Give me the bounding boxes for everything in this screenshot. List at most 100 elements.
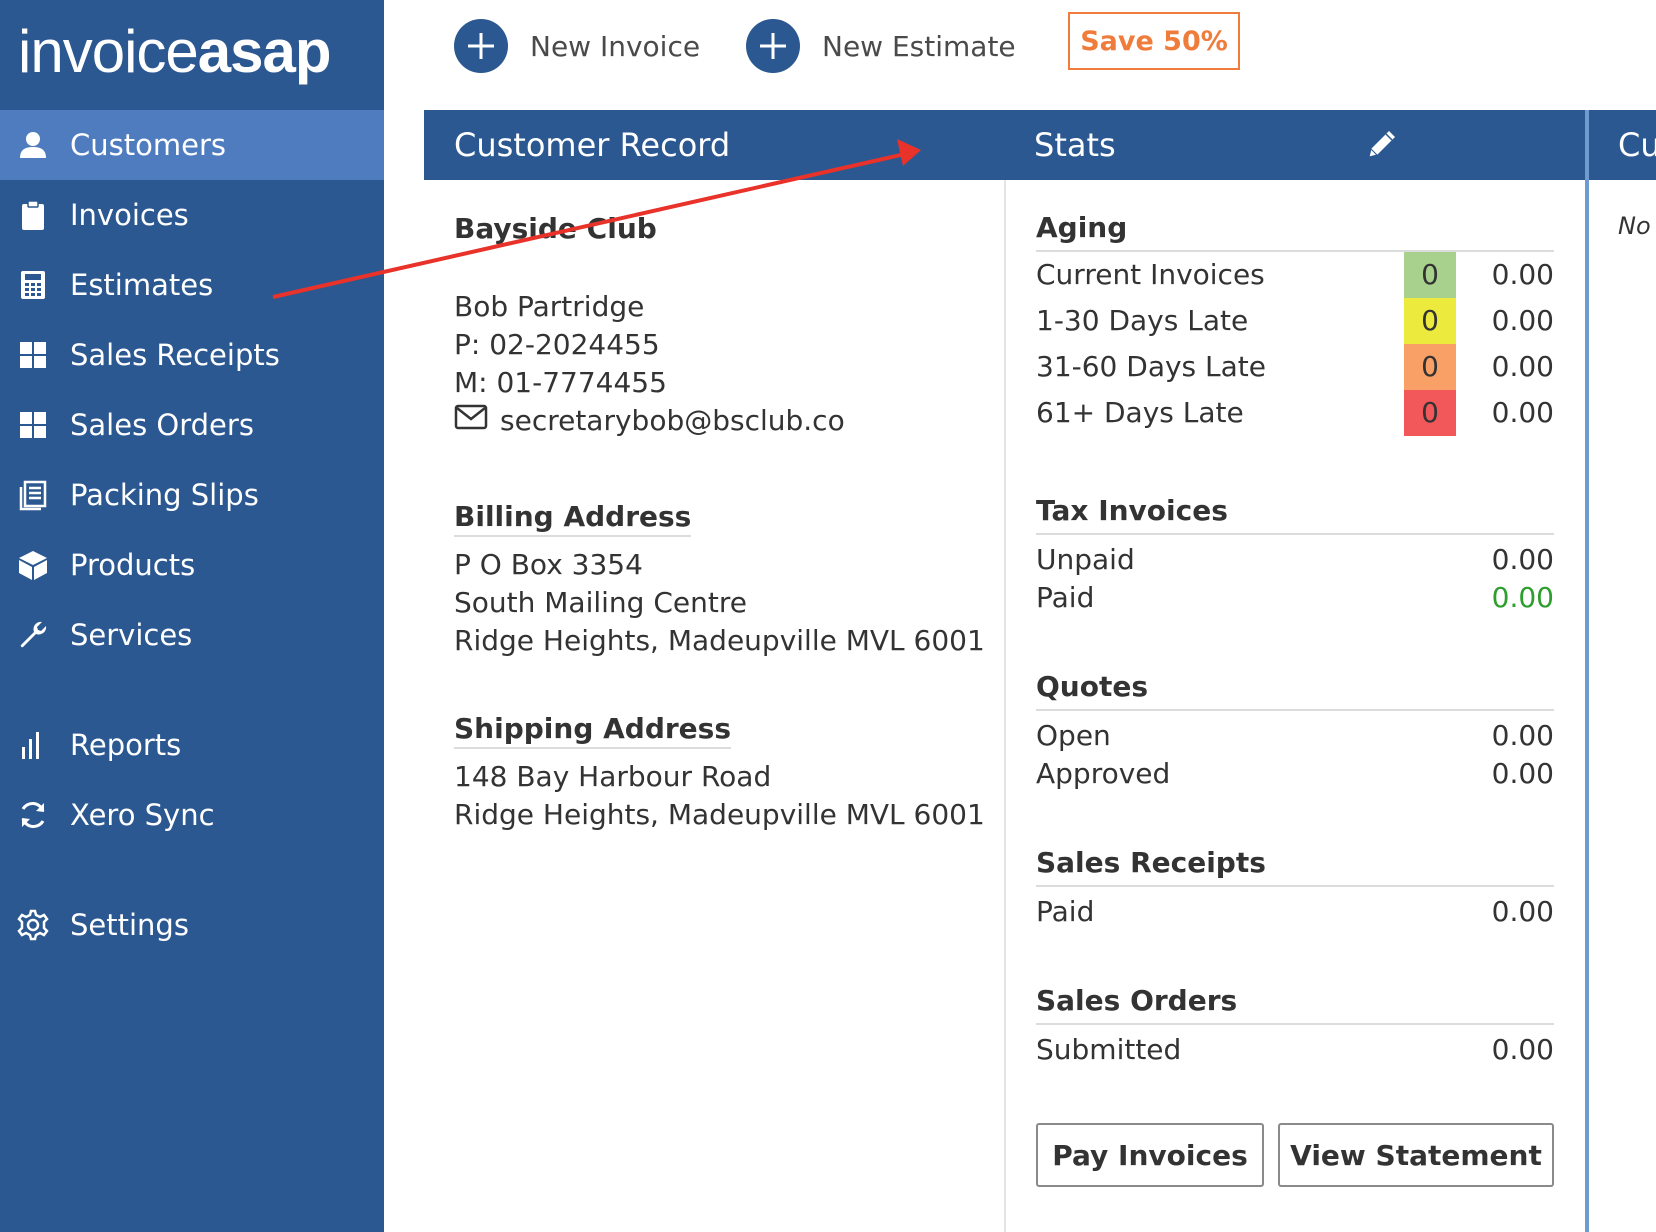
view-statement-button[interactable]: View Statement [1278, 1123, 1554, 1187]
panel-divider [1585, 110, 1589, 1232]
sidebar: invoiceasap Customers Invoices Estimates… [0, 0, 384, 1232]
save-50-promo-button[interactable]: Save 50% [1068, 12, 1240, 70]
tax-invoices-heading: Tax Invoices [1036, 493, 1554, 535]
sidebar-item-estimates[interactable]: Estimates [0, 250, 384, 320]
contact-name: Bob Partridge [454, 290, 645, 323]
quotes-section: Quotes Open 0.00 Approved 0.00 [1036, 669, 1554, 793]
sidebar-item-label: Invoices [70, 198, 189, 232]
sales-receipts-section: Sales Receipts Paid 0.00 [1036, 845, 1554, 931]
sidebar-item-packing-slips[interactable]: Packing Slips [0, 460, 384, 530]
aging-row-current: Current Invoices 0 0.00 [1036, 252, 1554, 298]
aging-section: Aging Current Invoices 0 0.00 1-30 Days … [1036, 210, 1554, 436]
stat-value: 0.00 [1491, 719, 1554, 752]
billing-line-2: South Mailing Centre [454, 586, 747, 619]
quotes-row-approved: Approved 0.00 [1036, 755, 1554, 793]
third-panel-title: Cu [1618, 126, 1656, 164]
stat-label: Paid [1036, 895, 1095, 928]
sales-receipts-heading: Sales Receipts [1036, 845, 1554, 887]
phone-number: P: 02-2024455 [454, 328, 660, 361]
sales-orders-row-submitted: Submitted 0.00 [1036, 1031, 1554, 1069]
sidebar-item-settings[interactable]: Settings [0, 890, 384, 960]
user-icon [16, 128, 50, 162]
new-invoice-label: New Invoice [530, 29, 701, 63]
aging-row-31-60: 31-60 Days Late 0 0.00 [1036, 344, 1554, 390]
grid-icon [16, 338, 50, 372]
stat-value: 0.00 [1491, 543, 1554, 576]
shipping-line-2: Ridge Heights, Madeupville MVL 6001 [454, 798, 985, 831]
aging-count: 0 [1404, 344, 1456, 390]
sync-icon [16, 798, 50, 832]
aging-row-61-plus: 61+ Days Late 0 0.00 [1036, 390, 1554, 436]
sidebar-item-label: Services [70, 618, 193, 652]
aging-value: 0.00 [1491, 304, 1554, 337]
stat-value: 0.00 [1491, 757, 1554, 790]
aging-value: 0.00 [1491, 396, 1554, 429]
stat-value: 0.00 [1491, 581, 1554, 614]
clipboard-icon [16, 198, 50, 232]
mobile-number: M: 01-7774455 [454, 366, 667, 399]
stats-title: Stats [1034, 126, 1116, 164]
sales-orders-heading: Sales Orders [1036, 983, 1554, 1025]
quotes-row-open: Open 0.00 [1036, 717, 1554, 755]
pencil-icon[interactable] [1364, 126, 1400, 162]
sidebar-item-label: Sales Receipts [70, 338, 280, 372]
aging-count: 0 [1404, 298, 1456, 344]
aging-heading: Aging [1036, 210, 1554, 252]
sidebar-item-label: Sales Orders [70, 408, 254, 442]
gear-icon [16, 908, 50, 942]
stat-label: Paid [1036, 581, 1095, 614]
app-logo[interactable]: invoiceasap [0, 0, 384, 110]
box-icon [16, 548, 50, 582]
sidebar-item-label: Packing Slips [70, 478, 259, 512]
calculator-icon [16, 268, 50, 302]
plus-icon [746, 19, 800, 73]
sidebar-item-customers[interactable]: Customers [0, 110, 384, 180]
tax-row-unpaid: Unpaid 0.00 [1036, 541, 1554, 579]
stat-label: Open [1036, 719, 1111, 752]
sidebar-item-invoices[interactable]: Invoices [0, 180, 384, 250]
billing-line-1: P O Box 3354 [454, 548, 643, 581]
new-estimate-button[interactable]: New Estimate [746, 18, 1016, 74]
wrench-icon [16, 618, 50, 652]
third-panel-text: No [1618, 212, 1651, 240]
sidebar-item-sales-receipts[interactable]: Sales Receipts [0, 320, 384, 390]
sidebar-item-label: Reports [70, 728, 182, 762]
packing-icon [16, 478, 50, 512]
email-link[interactable]: secretarybob@bsclub.co [500, 404, 845, 437]
quotes-heading: Quotes [1036, 669, 1554, 711]
new-estimate-label: New Estimate [822, 29, 1016, 63]
column-divider [1004, 180, 1006, 1232]
sidebar-item-label: Customers [70, 128, 226, 162]
email-row[interactable]: secretarybob@bsclub.co [454, 404, 845, 437]
sidebar-item-label: Settings [70, 908, 189, 942]
sales-orders-section: Sales Orders Submitted 0.00 [1036, 983, 1554, 1069]
sidebar-item-services[interactable]: Services [0, 600, 384, 670]
shipping-address-heading: Shipping Address [454, 712, 731, 749]
sidebar-item-xero-sync[interactable]: Xero Sync [0, 780, 384, 850]
aging-count: 0 [1404, 390, 1456, 436]
aging-value: 0.00 [1491, 350, 1554, 383]
stat-value: 0.00 [1491, 1033, 1554, 1066]
customer-name: Bayside Club [454, 212, 657, 245]
sidebar-item-label: Estimates [70, 268, 214, 302]
shipping-line-1: 148 Bay Harbour Road [454, 760, 772, 793]
aging-count: 0 [1404, 252, 1456, 298]
pay-invoices-button[interactable]: Pay Invoices [1036, 1123, 1264, 1187]
bar-chart-icon [16, 728, 50, 762]
sidebar-item-label: Products [70, 548, 196, 582]
envelope-icon [454, 404, 500, 437]
grid-icon [16, 408, 50, 442]
sidebar-item-reports[interactable]: Reports [0, 710, 384, 780]
new-invoice-button[interactable]: New Invoice [454, 18, 700, 74]
stat-label: Unpaid [1036, 543, 1135, 576]
aging-value: 0.00 [1491, 258, 1554, 291]
sidebar-item-products[interactable]: Products [0, 530, 384, 600]
sidebar-item-label: Xero Sync [70, 798, 215, 832]
tax-row-paid: Paid 0.00 [1036, 579, 1554, 617]
stat-value: 0.00 [1491, 895, 1554, 928]
tax-invoices-section: Tax Invoices Unpaid 0.00 Paid 0.00 [1036, 493, 1554, 617]
sidebar-item-sales-orders[interactable]: Sales Orders [0, 390, 384, 460]
aging-label: 31-60 Days Late [1036, 350, 1267, 383]
billing-line-3: Ridge Heights, Madeupville MVL 6001 [454, 624, 985, 657]
plus-icon [454, 19, 508, 73]
